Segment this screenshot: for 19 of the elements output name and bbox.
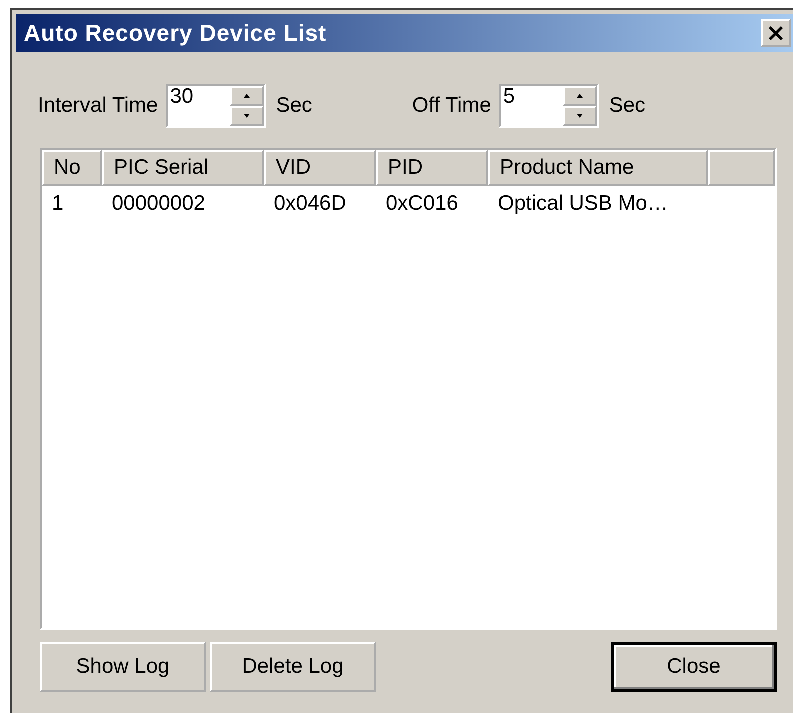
column-header[interactable]: No bbox=[42, 150, 102, 186]
column-header[interactable]: PID bbox=[376, 150, 488, 186]
dialog-button[interactable]: Close bbox=[611, 642, 777, 692]
column-header[interactable]: PIC Serial bbox=[102, 150, 264, 186]
window-title: Auto Recovery Device List bbox=[24, 20, 327, 46]
dialog-button[interactable]: Show Log bbox=[40, 642, 206, 692]
column-header[interactable]: VID bbox=[264, 150, 376, 186]
unit-label: Sec bbox=[609, 94, 646, 118]
column-header[interactable]: Product Name bbox=[488, 150, 708, 186]
spinner-label: Off Time bbox=[412, 94, 492, 118]
dialog-button[interactable]: Delete Log bbox=[210, 642, 376, 692]
unit-label: Sec bbox=[276, 94, 312, 118]
table-cell-text: Optical USB Mo… bbox=[497, 192, 670, 216]
table-cell-text: 00000002 bbox=[111, 192, 206, 216]
spinner-label: Interval Time bbox=[38, 94, 158, 118]
table-cell-text: 1 bbox=[51, 192, 65, 216]
table-cell-text: 0x046D bbox=[273, 192, 348, 216]
close-button[interactable]: × bbox=[761, 19, 791, 47]
table-cell-text: 0xC016 bbox=[385, 192, 460, 216]
